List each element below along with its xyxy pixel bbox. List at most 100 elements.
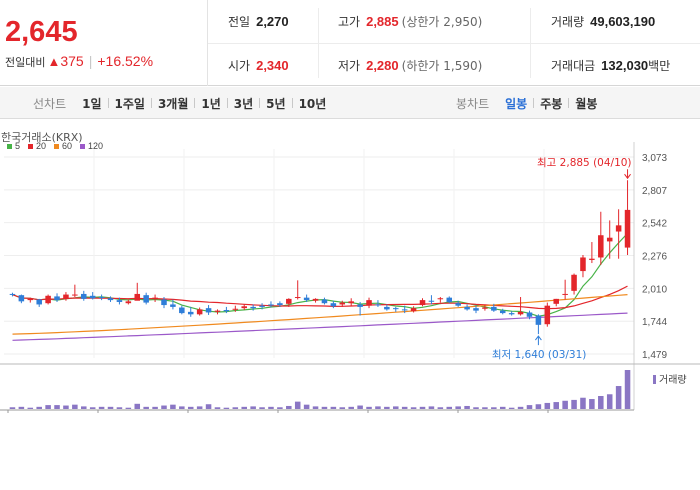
candle-body xyxy=(437,298,444,300)
period-3m[interactable]: 3개월 xyxy=(152,95,194,112)
open-value: 2,340 xyxy=(256,58,289,73)
open-label: 시가 xyxy=(228,59,251,73)
candle-body xyxy=(303,297,310,301)
candle-body xyxy=(54,296,60,301)
volume-bar xyxy=(63,405,69,409)
volume-bar xyxy=(45,405,51,409)
candle-body xyxy=(455,303,461,306)
candle-body xyxy=(143,295,149,303)
candle-body xyxy=(134,293,141,301)
period-10y[interactable]: 10년 xyxy=(293,95,333,112)
candle-body xyxy=(517,311,524,315)
volume-bar xyxy=(98,406,105,409)
candle-body xyxy=(482,307,488,309)
y-tick-label: 2,542 xyxy=(642,219,667,230)
volume-bar xyxy=(161,405,167,409)
volume-legend-label: 거래량 xyxy=(659,374,687,386)
price-box: 2,645 전일대비 ▲375 | +16.52% xyxy=(0,0,208,86)
prev-close-label: 전일 xyxy=(228,15,251,29)
legend-swatch xyxy=(7,143,12,149)
volume-bar xyxy=(294,401,301,409)
legend-item-ma60: 60 xyxy=(54,141,72,151)
volume-bar xyxy=(446,406,453,409)
candle-body xyxy=(125,301,132,304)
volume-bar xyxy=(54,405,60,409)
high-annotation: 최고 2,885 (04/10) xyxy=(537,157,632,169)
candle-body xyxy=(277,303,283,306)
candle-body xyxy=(384,306,390,310)
candle-body xyxy=(580,257,586,272)
volume-bar xyxy=(437,407,444,409)
candle-body xyxy=(18,295,25,302)
candle-monthly[interactable]: 월봉 xyxy=(569,95,603,112)
candle-body xyxy=(446,297,453,302)
current-price: 2,645 xyxy=(5,16,78,48)
candle-body xyxy=(553,298,559,304)
volume-bar xyxy=(81,406,87,409)
candle-weekly[interactable]: 주봉 xyxy=(534,95,568,112)
candle-body xyxy=(589,258,595,260)
candle-body xyxy=(491,306,497,311)
period-1y[interactable]: 1년 xyxy=(195,95,226,112)
price-chart[interactable]: 3,073 2,807 2,542 2,276 2,010 1,744 1,479 최고 2,… xyxy=(0,120,700,490)
y-tick-label: 2,276 xyxy=(642,252,667,263)
candle-body xyxy=(98,297,105,299)
volume-bar xyxy=(571,399,577,409)
volume-bar xyxy=(517,406,524,409)
volume-bar xyxy=(526,405,533,409)
volume-bar xyxy=(473,407,479,409)
volume-bar xyxy=(624,370,631,409)
volume-bar xyxy=(303,404,310,409)
volume-bar xyxy=(312,406,319,409)
legend-label: 60 xyxy=(62,141,73,151)
candle-body xyxy=(187,311,194,315)
volume-bar xyxy=(170,404,176,409)
candle-body xyxy=(89,295,96,299)
volume-bar xyxy=(393,406,399,409)
low-annotation: 최저 1,640 (03/31) xyxy=(492,349,587,361)
legend-swatch xyxy=(28,143,34,149)
candle-body xyxy=(45,295,51,304)
candle-body xyxy=(624,209,631,248)
period-1d[interactable]: 1일 xyxy=(76,95,107,112)
y-tick-label: 3,073 xyxy=(642,153,667,164)
volume-bar xyxy=(357,405,363,409)
volume-bar xyxy=(553,402,559,409)
candle-chart-periods: 봉차트 일봉 주봉 월봉 xyxy=(456,87,603,119)
volume-bar xyxy=(348,406,354,409)
volume-bar xyxy=(143,406,149,409)
candle-body xyxy=(366,300,372,306)
volume-bar xyxy=(428,406,435,409)
y-tick-label: 1,744 xyxy=(642,317,667,328)
volume-bar xyxy=(250,406,256,409)
candle-body xyxy=(116,300,123,302)
candle-body xyxy=(473,308,479,311)
candle-body xyxy=(36,299,42,305)
change-separator: | xyxy=(88,53,93,69)
period-3y[interactable]: 3년 xyxy=(228,95,259,112)
volume-bar xyxy=(286,405,292,409)
ma5-line xyxy=(12,232,628,317)
volume-value: 49,603,190 xyxy=(590,14,656,29)
candle-body xyxy=(63,294,69,299)
candlestick-chart[interactable]: 3,073 2,807 2,542 2,276 2,010 1,744 1,479 최고 2,… xyxy=(0,120,700,490)
low-value: 2,280 xyxy=(366,58,399,73)
candle-body xyxy=(321,299,328,304)
prev-close-cell: 전일 2,270 xyxy=(228,0,289,43)
volume-bar xyxy=(321,406,328,409)
amount-value: 132,030 xyxy=(601,58,649,73)
y-tick-label: 2,010 xyxy=(642,284,667,295)
volume-bar xyxy=(72,404,78,409)
volume-bar xyxy=(179,406,185,409)
candle-chart-title: 봉차트 xyxy=(456,96,490,111)
volume-bar xyxy=(18,406,25,409)
candle-daily[interactable]: 일봉 xyxy=(499,95,533,112)
candle-body xyxy=(107,298,114,301)
candle-body xyxy=(339,302,346,305)
period-5y[interactable]: 5년 xyxy=(260,95,291,112)
candle-body xyxy=(72,294,78,296)
period-1w[interactable]: 1주일 xyxy=(109,95,151,112)
change-label: 전일대비 xyxy=(5,57,46,69)
amount-unit: 백만 xyxy=(648,59,671,73)
line-chart-periods: 선차트 1일 1주일 3개월 1년 3년 5년 10년 xyxy=(33,87,332,119)
